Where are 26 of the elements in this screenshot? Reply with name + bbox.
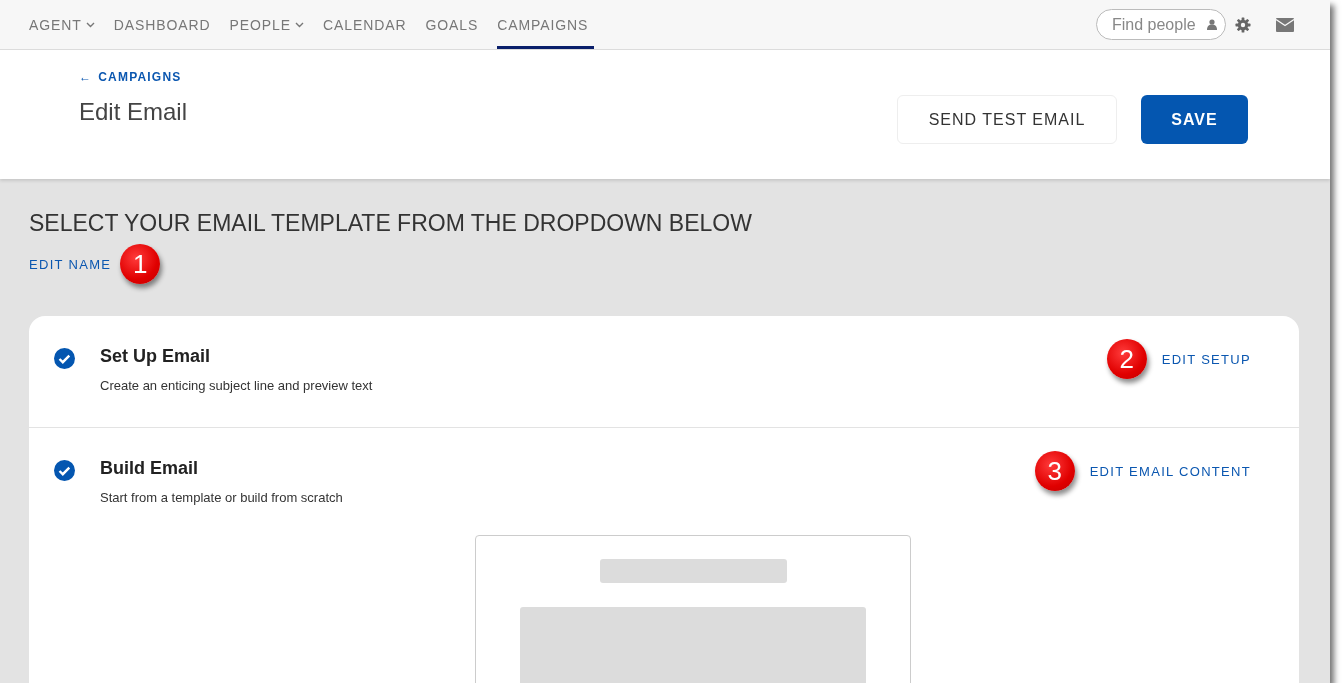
nav-tab[interactable]: AGENT	[29, 0, 95, 49]
step-description: Start from a template or build from scratch	[100, 490, 343, 505]
callout-badge: 3	[1034, 451, 1075, 491]
mail-icon[interactable]	[1276, 17, 1294, 32]
search-field[interactable]: Find people	[1096, 9, 1226, 40]
step-title: Build Email	[100, 458, 199, 479]
chevron-down-icon	[85, 21, 95, 28]
section-heading: SELECT YOUR EMAIL TEMPLATE FROM THE DROPDOWN BELOW	[29, 210, 753, 237]
edit-link[interactable]: EDIT SETUP	[1161, 351, 1251, 367]
nav-tab[interactable]: GOALS	[425, 0, 479, 49]
callout-badge: 2	[1106, 339, 1147, 379]
chevron-down-icon	[294, 21, 304, 28]
send-test-button[interactable]: SEND TEST EMAIL	[897, 95, 1117, 144]
edit-link[interactable]: EDIT EMAIL CONTENT	[1089, 463, 1251, 479]
callout-badge: 1	[120, 244, 161, 284]
settings-icon[interactable]	[1235, 16, 1251, 33]
page-title: Edit Email	[79, 98, 188, 126]
person-icon	[1207, 19, 1217, 30]
edit-name-link[interactable]: EDIT NAME	[29, 256, 112, 272]
nav-tab[interactable]: PEOPLE	[229, 0, 304, 49]
save-button[interactable]: SAVE	[1141, 95, 1248, 144]
step-description: Create an enticing subject line and preview text	[100, 378, 373, 393]
step-title: Set Up Email	[100, 346, 212, 367]
nav-tab[interactable]: DASHBOARD	[113, 0, 211, 49]
back-link[interactable]: ← CAMPAIGNS	[79, 70, 188, 84]
nav-tab[interactable]: CALENDAR	[322, 0, 407, 49]
